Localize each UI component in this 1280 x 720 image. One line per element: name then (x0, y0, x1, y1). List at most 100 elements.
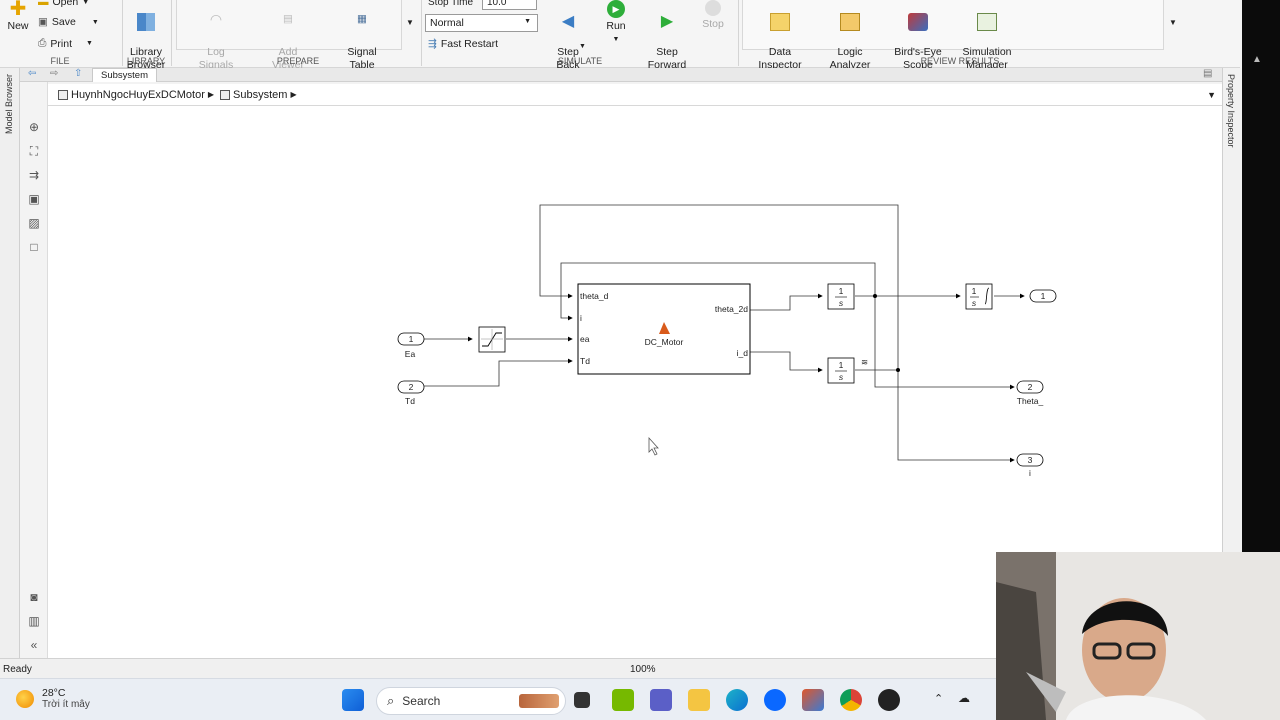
model-browser-strip[interactable]: Model Browser (0, 68, 20, 658)
back-icon[interactable]: ⇦ (28, 68, 36, 79)
breadcrumb-item-model[interactable]: HuynhNgocHuyExDCMotor ▶ (58, 89, 214, 101)
camera-icon[interactable]: ◙ (27, 590, 41, 604)
zoom-icon[interactable]: ⊕ (27, 120, 41, 134)
outport-theta[interactable]: 2 Theta_ (1016, 380, 1044, 406)
review-expand-icon[interactable]: ▼ (1169, 18, 1177, 27)
svg-text:1: 1 (972, 286, 977, 296)
chevron-right-icon: ▶ (290, 90, 297, 99)
integrator-limited-block[interactable]: 1 s (965, 283, 993, 310)
explorer-bar-icon[interactable]: ▥ (27, 614, 41, 628)
prepare-expand-icon[interactable]: ▼ (406, 18, 414, 27)
breadcrumb-item-subsystem[interactable]: Subsystem ▶ (220, 89, 297, 101)
signal-table-button[interactable]: ▦ Signal Table (340, 0, 384, 72)
cloud-icon[interactable]: ☁ (958, 691, 970, 705)
stop-icon (705, 0, 721, 16)
svg-text:Td: Td (405, 396, 415, 406)
dc-motor-block[interactable]: theta_d i ea Td theta_2d i_d DC_Motor (577, 283, 751, 375)
toolstrip: ✚ New ▬ Open ▼ ▣ Save ▼ ⎙ Print ▼ FILE L… (0, 0, 1240, 71)
stop-button[interactable]: Stop (698, 0, 728, 31)
stop-time-label: Stop Time (428, 0, 474, 8)
search-icon: ⌕ (387, 693, 395, 708)
branch-point (896, 368, 900, 372)
svg-text:Theta_: Theta_ (1017, 396, 1044, 406)
chevron-down-icon: ▼ (612, 36, 620, 43)
birds-eye-icon (908, 13, 928, 31)
nvidia-icon[interactable] (612, 689, 634, 711)
matlab-icon[interactable] (802, 689, 824, 711)
print-button[interactable]: ⎙ Print ▼ (38, 37, 93, 50)
chevron-down-icon: ▼ (82, 0, 90, 6)
collapse-icon[interactable]: « (27, 638, 41, 652)
image-icon[interactable]: ▨ (27, 216, 41, 230)
fast-restart-toggle[interactable]: ⇶ Fast Restart (428, 38, 498, 50)
weather-widget[interactable]: 28°C Trời ít mây (16, 687, 90, 710)
inport-td[interactable]: 2 Td (397, 380, 425, 406)
simulation-manager-icon (977, 13, 997, 31)
save-icon: ▣ (38, 16, 48, 28)
step-forward-button[interactable]: ▶ Step Forward (644, 0, 690, 72)
printer-icon: ⎙ (38, 37, 47, 49)
svg-text:DC_Motor: DC_Motor (645, 337, 684, 347)
windows-start-icon[interactable] (342, 689, 364, 711)
zoom-level[interactable]: 100% (630, 664, 656, 675)
up-icon[interactable]: ⇧ (74, 68, 82, 79)
svg-text:theta_2d: theta_2d (715, 304, 748, 314)
arrows-icon[interactable]: ⇉ (27, 168, 41, 182)
tab-subsystem[interactable]: Subsystem (92, 68, 157, 82)
saturation-block[interactable] (478, 326, 506, 353)
folder-icon: ▬ (38, 0, 49, 8)
viewer-icon: ▤ (283, 13, 293, 25)
wifi-icon: ◠ (209, 11, 223, 27)
stop-time-input[interactable]: 10.0 (482, 0, 537, 10)
step-back-icon: ◀ (561, 13, 575, 30)
obs-icon[interactable] (878, 689, 900, 711)
save-button[interactable]: ▣ Save ▼ (38, 16, 99, 28)
simulation-mode-select[interactable]: Normal ▼ (425, 14, 538, 32)
svg-text:1: 1 (1041, 291, 1046, 301)
minimize-toolstrip-icon[interactable]: ▲ (1252, 54, 1266, 65)
breadcrumb: HuynhNgocHuyExDCMotor ▶ Subsystem ▶ ▼ (48, 84, 1222, 106)
teams-icon[interactable] (650, 689, 672, 711)
area-icon[interactable]: □ (27, 240, 41, 254)
run-button[interactable]: ▶ Run ▼ (600, 0, 632, 46)
zalo-icon[interactable] (764, 689, 786, 711)
taskbar-search-input[interactable]: ⌕ Search (376, 687, 566, 715)
tab-menu-icon[interactable]: ▤ (1203, 68, 1212, 79)
forward-icon[interactable]: ⇨ (50, 68, 58, 79)
new-button[interactable]: ✚ New (4, 0, 32, 33)
edge-icon[interactable] (726, 689, 748, 711)
svg-text:ea: ea (580, 334, 590, 344)
svg-text:Ea: Ea (405, 349, 416, 359)
divider (122, 0, 123, 66)
svg-text:1: 1 (839, 286, 844, 296)
annotation-icon[interactable]: ▣ (27, 192, 41, 206)
inport-ea[interactable]: 1 Ea (397, 332, 425, 359)
logic-analyzer-button[interactable]: Logic Analyzer (826, 0, 874, 72)
outport-1[interactable]: 1 (1029, 289, 1057, 303)
fast-restart-icon: ⇶ (428, 38, 437, 50)
svg-text:i_d: i_d (737, 348, 749, 358)
integrator-block-1[interactable]: 1 s (827, 283, 855, 310)
open-button[interactable]: ▬ Open ▼ (38, 0, 89, 8)
simulate-section-label: SIMULATE (557, 56, 603, 66)
model-icon (58, 89, 68, 100)
prepare-section-label: PREPARE (276, 56, 320, 66)
breadcrumb-dropdown-icon[interactable]: ▼ (1207, 90, 1216, 100)
task-view-icon[interactable] (574, 692, 590, 708)
log-signals-button[interactable]: ◠ Log Signals (194, 0, 238, 72)
chevron-up-icon[interactable]: ⌃ (934, 692, 943, 705)
svg-text:Td: Td (580, 356, 590, 366)
svg-text:3: 3 (1028, 455, 1033, 465)
library-section-label: LIBRARY (126, 56, 166, 66)
webcam-overlay (996, 552, 1280, 720)
chevron-down-icon: ▼ (524, 18, 531, 25)
svg-text:i: i (1029, 468, 1031, 478)
file-explorer-icon[interactable] (688, 689, 710, 711)
outport-i[interactable]: 3 i (1016, 453, 1044, 478)
review-gallery (742, 0, 1164, 50)
library-icon (137, 13, 155, 31)
data-inspector-button[interactable]: Data Inspector (756, 0, 804, 72)
chrome-icon[interactable] (840, 689, 862, 711)
chevron-down-icon: ▼ (91, 18, 99, 26)
fit-to-view-icon[interactable]: ⛶ (27, 144, 41, 158)
